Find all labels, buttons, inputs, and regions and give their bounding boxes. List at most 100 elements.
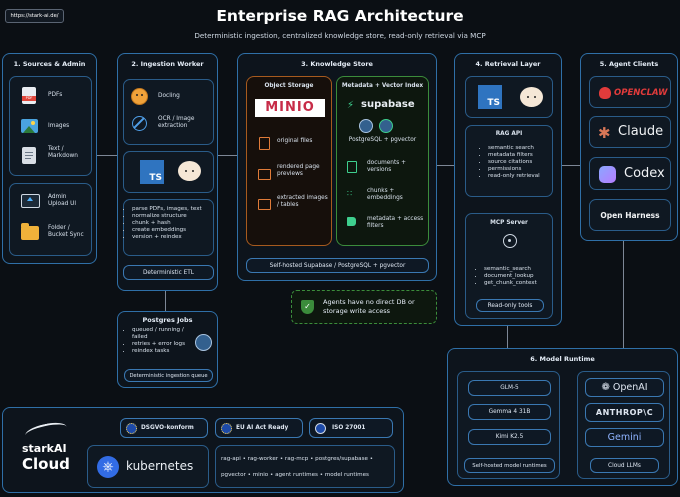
model-gemma[interactable]: Gemma 4 31B	[468, 404, 551, 420]
knowledge-title: 3. Knowledge Store	[301, 60, 373, 68]
rag-api-box: RAG API semantic search metadata filters…	[465, 125, 553, 197]
security-note-text: Agents have no direct DB or storage writ…	[323, 298, 415, 315]
jobs-footer: Deterministic ingestion queue	[124, 369, 213, 382]
storage-item: extracted images / tables	[277, 195, 328, 208]
kubernetes-box: ⎈ kubernetes	[87, 445, 209, 488]
supabase-logo: supabase	[361, 99, 415, 110]
jobs-list: queued / running / failed retries + erro…	[124, 327, 194, 355]
mcp-tool: get_chunk_context	[484, 280, 552, 287]
models-panel: 6. Model Runtime GLM-5 Gemma 4 31B Kimi …	[447, 348, 678, 486]
ingestion-step: create embeddings	[132, 227, 213, 234]
job-item: queued / running / failed	[132, 327, 194, 341]
jobs-title: Postgres Jobs	[142, 316, 193, 324]
self-hosted-footer: Self-hosted model runtimes	[464, 458, 555, 473]
bun-icon	[520, 87, 543, 107]
rag-api-feature: semantic search	[488, 145, 552, 152]
tag-icon	[347, 217, 356, 226]
agent-claude[interactable]: ✱ Claude	[589, 116, 671, 148]
agents-title: 5. Agent Clients	[599, 60, 659, 68]
ingestion-tools-box: Docling OCR / Image extraction	[123, 79, 214, 145]
ingestion-panel: 2. Ingestion Worker Docling OCR / Image …	[117, 53, 218, 291]
mcp-title: MCP Server	[490, 220, 528, 226]
model-gemini[interactable]: Gemini	[585, 428, 664, 447]
services-line: pgvector • minio • agent runtimes • mode…	[221, 472, 369, 478]
services-box: rag-api • rag-worker • rag-mcp • postgre…	[215, 445, 395, 488]
kubernetes-helm-icon: ⎈	[97, 456, 119, 478]
source-item-images: Images	[48, 123, 70, 129]
file-icon	[259, 137, 270, 150]
openai-icon: ❁	[601, 382, 610, 393]
badge-iso: ISO 27001	[309, 418, 393, 438]
badge-iso-label: ISO 27001	[332, 425, 366, 431]
eu-stars-icon	[221, 422, 232, 434]
cloud-llm-box: ❁ OpenAI ANTHROP\C Gemini Cloud LLMs	[577, 371, 670, 479]
metadata-item: documents + versions	[367, 160, 406, 173]
codex-icon	[599, 166, 616, 183]
ingestion-step: parse PDFs, images, text	[132, 206, 213, 213]
mcp-node-icon	[503, 234, 517, 248]
sources-panel: 1. Sources & Admin PDF PDFs Images Text …	[2, 53, 97, 264]
ingestion-footer: Deterministic ETL	[123, 265, 214, 280]
openclaw-icon	[599, 87, 611, 99]
rag-api-feature: source citations	[488, 159, 552, 166]
tool-ocr: OCR / Image extraction	[158, 116, 195, 129]
models-title: 6. Model Runtime	[530, 355, 595, 363]
ingestion-step: version + reindex	[132, 234, 213, 241]
knowledge-footer: Self-hosted Supabase / PostgreSQL + pgve…	[246, 258, 429, 273]
job-item: retries + error logs	[132, 341, 194, 348]
folder-icon	[21, 223, 39, 240]
storage-item: rendered page previews	[277, 164, 320, 177]
agent-open-harness[interactable]: Open Harness	[589, 199, 671, 231]
retrieval-runtime-box: TS	[465, 76, 553, 118]
agent-openclaw[interactable]: OPENCLAW	[589, 76, 671, 108]
docling-icon	[131, 88, 148, 105]
agent-label-open-harness: Open Harness	[600, 211, 660, 220]
starkai-bird-icon	[24, 419, 68, 443]
page-title: Enterprise RAG Architecture	[216, 7, 464, 25]
knowledge-panel: 3. Knowledge Store Object Storage MINIO …	[237, 53, 437, 281]
job-item: reindex tasks	[132, 348, 194, 355]
preview-image-icon	[258, 169, 271, 180]
badge-eu-ai-act: EU AI Act Ready	[215, 418, 303, 438]
agent-label-claude: Claude	[618, 124, 664, 139]
pdf-icon: PDF	[22, 87, 36, 104]
retrieval-panel: 4. Retrieval Layer TS RAG API semantic s…	[454, 53, 562, 326]
model-openai[interactable]: ❁ OpenAI	[585, 378, 664, 397]
folder-bucket-sync[interactable]: Folder / Bucket Sync	[48, 225, 88, 239]
metadata-item: metadata + access filters	[367, 216, 424, 229]
model-kimi[interactable]: Kimi K2.5	[468, 429, 551, 445]
text-file-icon	[22, 147, 36, 164]
agent-codex[interactable]: Codex	[589, 157, 671, 190]
metadata-engine: PostgreSQL + pgvector	[348, 137, 417, 143]
storage-item: original files	[277, 138, 313, 144]
rag-api-feature: read-only retrieval	[488, 173, 552, 180]
typescript-icon: TS	[140, 160, 164, 184]
bun-icon	[178, 161, 201, 181]
model-glm[interactable]: GLM-5	[468, 380, 551, 396]
badge-eu-ai-act-label: EU AI Act Ready	[236, 425, 289, 431]
minio-logo: MINIO	[255, 99, 325, 117]
supabase-bolt-icon: ⚡	[347, 100, 355, 111]
admin-box: Admin Upload UI Folder / Bucket Sync	[9, 183, 92, 256]
document-icon	[347, 161, 357, 173]
brand-cloud: Cloud	[22, 455, 70, 473]
mcp-tool: document_lookup	[484, 273, 552, 280]
model-anthropic[interactable]: ANTHROP\C	[585, 403, 664, 422]
rag-api-title: RAG API	[495, 131, 523, 137]
ingestion-step: normalize structure	[132, 213, 213, 220]
admin-upload-ui[interactable]: Admin Upload UI	[48, 194, 88, 208]
ingestion-steps-box: parse PDFs, images, text normalize struc…	[123, 199, 214, 256]
agents-panel: 5. Agent Clients OPENCLAW ✱ Claude Codex…	[580, 53, 678, 241]
eu-stars-icon	[126, 422, 137, 434]
postgres-icon	[359, 119, 373, 133]
agent-label-codex: Codex	[624, 166, 665, 181]
platform-panel: starkAI Cloud DSGVO-konform EU AI Act Re…	[2, 407, 404, 493]
rag-api-features: semantic search metadata filters source …	[480, 145, 552, 180]
badge-dsgvo-label: DSGVO-konform	[141, 425, 194, 431]
metadata-box: Metadata + Vector Index ⚡ supabase Postg…	[336, 76, 429, 246]
kubernetes-label: kubernetes	[126, 459, 194, 473]
upload-monitor-icon	[21, 194, 40, 208]
mcp-tools: semantic_search document_lookup get_chun…	[476, 266, 552, 287]
postgres-elephant-icon	[195, 334, 212, 351]
badge-dsgvo: DSGVO-konform	[120, 418, 208, 438]
